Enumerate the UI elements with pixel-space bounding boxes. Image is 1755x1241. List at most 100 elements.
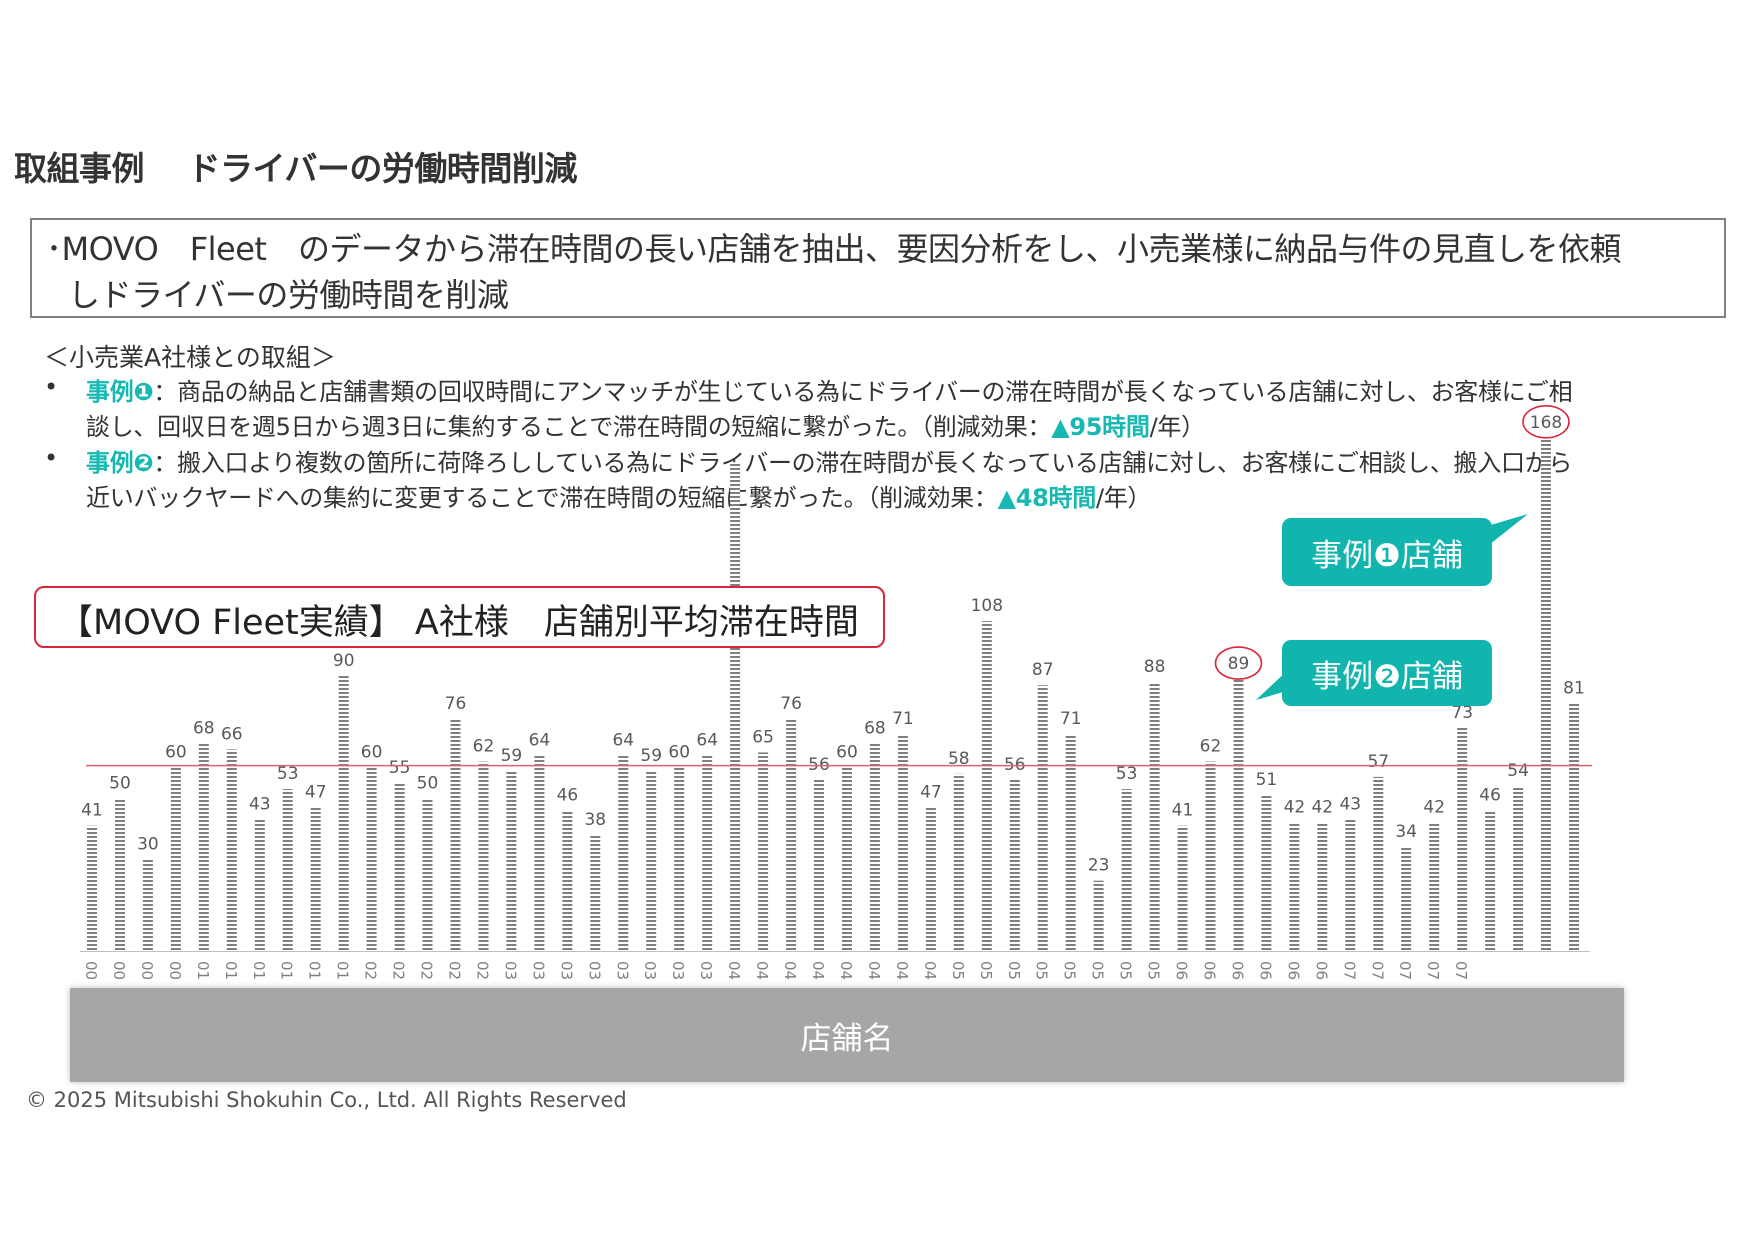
x-tick-label: 06	[1173, 961, 1191, 980]
bar	[702, 755, 713, 951]
x-tick-label: 06	[1284, 961, 1302, 980]
bar	[897, 734, 908, 951]
data-label: 41	[81, 801, 103, 821]
bar	[1317, 822, 1328, 951]
x-tick-label: 04	[753, 961, 771, 980]
bar	[1457, 728, 1468, 951]
x-tick-label: 03	[613, 961, 631, 980]
x-tick-label: 05	[1061, 961, 1079, 980]
x-tick-label: 05	[1117, 961, 1135, 980]
bar	[1485, 810, 1496, 951]
bar	[254, 819, 265, 951]
bar	[226, 749, 237, 951]
bar	[478, 761, 489, 951]
callout-case1-store: 事例❶店舗	[1282, 518, 1492, 586]
data-label: 59	[501, 746, 523, 766]
callout-case2-label: 事例❷店舗	[1311, 658, 1463, 695]
x-tick-label: 03	[557, 961, 575, 980]
x-tick-label: 03	[669, 961, 687, 980]
bar	[170, 767, 181, 951]
data-label: 42	[1423, 798, 1445, 818]
data-label: 23	[1088, 856, 1110, 876]
copyright: © 2025 Mitsubishi Shokuhin Co., Ltd. All…	[26, 1088, 627, 1112]
data-label: 43	[1339, 795, 1361, 815]
x-tick-label: 04	[893, 961, 911, 980]
x-tick-label: 02	[390, 961, 408, 980]
x-tick-label: 03	[529, 961, 547, 980]
x-tick-label: 01	[334, 961, 352, 980]
bar	[1373, 776, 1384, 951]
bar	[506, 770, 517, 951]
x-tick-label: 07	[1368, 961, 1386, 980]
data-label: 60	[836, 743, 858, 763]
bar	[1233, 679, 1244, 951]
bar	[1401, 847, 1412, 951]
data-label: 65	[752, 727, 774, 747]
bar	[1513, 786, 1524, 951]
x-tick-label: 05	[1033, 961, 1051, 980]
x-tick-label: 07	[1396, 961, 1414, 980]
x-tick-label: 05	[1089, 961, 1107, 980]
bar	[562, 810, 573, 951]
x-tick-label: 07	[1452, 961, 1470, 980]
data-label: 108	[971, 596, 1003, 616]
bar	[730, 462, 741, 951]
x-tick-label: 07	[1424, 961, 1442, 980]
x-tick-label: 02	[418, 961, 436, 980]
data-label: 50	[417, 773, 439, 793]
x-tick-label: 00	[166, 961, 184, 980]
data-label: 53	[1116, 764, 1138, 784]
data-label: 89	[1228, 654, 1250, 674]
x-axis-title: 店舗名	[800, 1020, 894, 1057]
x-tick-label: 03	[501, 961, 519, 980]
bar	[1149, 682, 1160, 951]
data-label: 57	[1367, 752, 1389, 772]
bar	[1205, 761, 1216, 951]
x-tick-label: 04	[781, 961, 799, 980]
x-tick-label: 06	[1256, 961, 1274, 980]
data-label: 55	[389, 758, 411, 778]
bar	[1541, 437, 1551, 951]
data-label: 76	[445, 694, 467, 714]
x-tick-label: 01	[278, 961, 296, 980]
data-label: 88	[1144, 657, 1166, 677]
bar	[1093, 880, 1104, 951]
data-label: 43	[249, 795, 271, 815]
bar	[1261, 795, 1272, 951]
x-tick-label: 02	[474, 961, 492, 980]
bar	[925, 807, 936, 951]
data-label: 73	[1451, 703, 1473, 723]
bar	[366, 767, 377, 951]
bar	[1121, 789, 1132, 951]
data-label: 68	[864, 718, 886, 738]
data-label: 34	[1395, 822, 1417, 842]
data-label: 54	[1507, 761, 1529, 781]
bar	[1177, 825, 1188, 951]
x-tick-label: 04	[809, 961, 827, 980]
bar	[618, 755, 629, 951]
bar	[1037, 685, 1048, 951]
x-tick-label: 00	[138, 961, 156, 980]
bar	[534, 755, 545, 951]
x-tick-label: 05	[1005, 961, 1023, 980]
bar	[310, 807, 321, 951]
bar	[450, 718, 461, 951]
x-tick-label: 06	[1201, 961, 1219, 980]
bar	[1289, 822, 1300, 951]
x-axis-title-band: 店舗名	[70, 988, 1624, 1082]
data-label: 64	[529, 731, 551, 751]
chart-title: 【MOVO Fleet実績】 A社様 店舗別平均滞在時間	[58, 603, 859, 643]
data-label: 38	[584, 810, 606, 830]
bar	[1065, 734, 1076, 951]
bar	[786, 718, 797, 951]
data-label: 50	[109, 773, 131, 793]
x-tick-label: 01	[306, 961, 324, 980]
x-tick-label: 04	[837, 961, 855, 980]
bar	[869, 743, 880, 951]
data-label: 168	[1530, 413, 1562, 433]
data-label: 60	[361, 743, 383, 763]
x-tick-label: 03	[697, 961, 715, 980]
bar	[842, 767, 852, 951]
data-label: 60	[668, 743, 690, 763]
bar	[981, 621, 992, 951]
